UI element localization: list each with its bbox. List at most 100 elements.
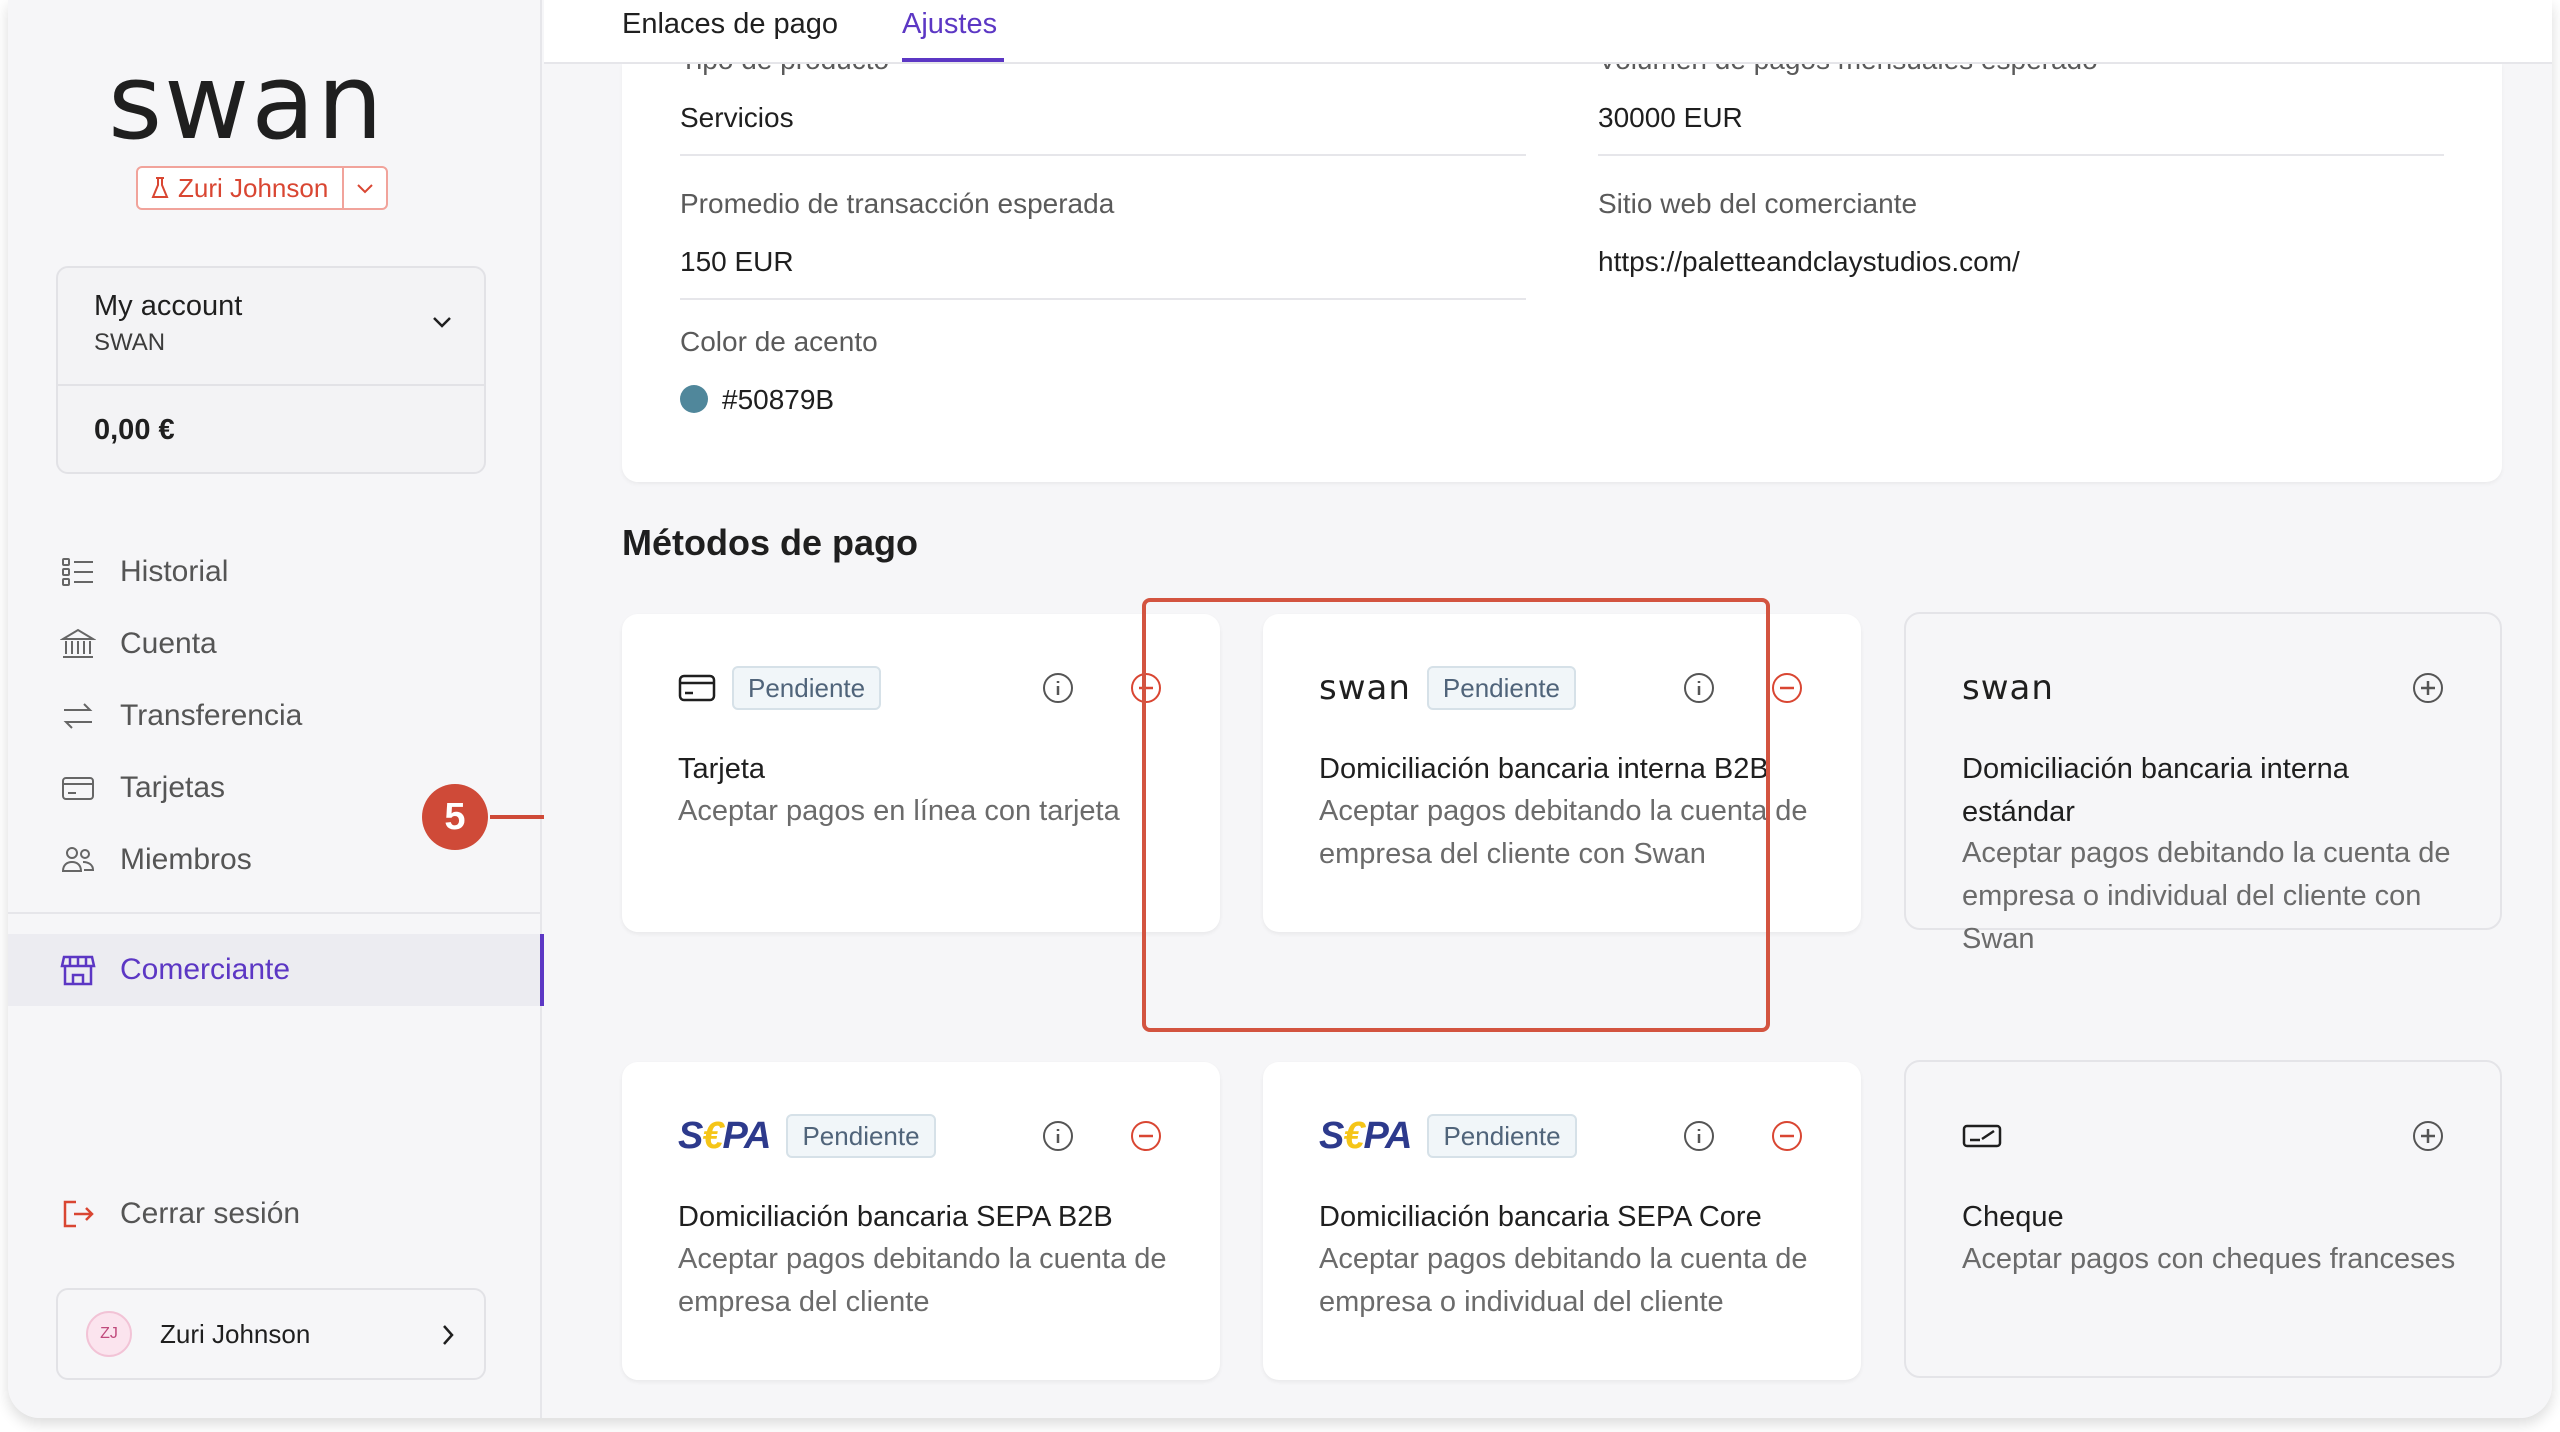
field-value[interactable]: https://paletteandclaystudios.com/ (1598, 246, 2444, 278)
avatar: ZJ (86, 1311, 132, 1357)
sidebar-item-label: Comerciante (120, 953, 291, 986)
method-title: Domiciliación bancaria SEPA B2B (678, 1201, 1113, 1233)
main-content: Enlaces de pago Ajustes Tipo de producto… (544, 0, 2552, 1418)
color-swatch (680, 385, 708, 413)
field-value: Servicios (680, 102, 794, 133)
field-accent-color: Color de acento #50879B (680, 326, 1526, 416)
store-icon (60, 955, 96, 986)
field-value: 30000 EUR (1598, 102, 1743, 133)
list-icon (62, 558, 93, 586)
account-name: My account (94, 290, 243, 322)
sidebar-item-label: Miembros (120, 843, 252, 876)
field-value: 150 EUR (680, 246, 794, 277)
sepa-logo: S€PA (1319, 1114, 1412, 1157)
add-icon[interactable] (2412, 672, 2444, 709)
account-sub: SWAN (94, 329, 166, 356)
tab-payment-links[interactable]: Enlaces de pago (622, 8, 838, 41)
chevron-down-icon[interactable] (430, 314, 454, 335)
method-description: Aceptar pagos debitando la cuenta de emp… (678, 1243, 1167, 1318)
remove-icon[interactable] (1130, 1120, 1162, 1157)
merchant-info-card: Tipo de producto Servicios Volumen de pa… (622, 64, 2502, 482)
field-label: Color de acento (680, 326, 878, 357)
tab-settings[interactable]: Ajustes (902, 8, 997, 41)
add-icon[interactable] (2412, 1120, 2444, 1157)
active-tab-indicator (902, 58, 1004, 62)
payment-method-card[interactable]: S€PA Pendiente Domiciliación bancaria SE… (1263, 1062, 1861, 1380)
sidebar-item-label: Cuenta (120, 627, 217, 660)
payment-method-card[interactable]: Cheque Aceptar pagos con cheques frances… (1904, 1060, 2502, 1378)
sidebar-item-historial[interactable]: Historial (8, 536, 542, 608)
card-header: S€PA Pendiente (678, 1114, 936, 1158)
field-volume: Volumen de pagos mensuales esperado 3000… (1598, 64, 2444, 156)
field-label: Sitio web del comerciante (1598, 188, 1918, 219)
check-icon (1962, 1124, 2002, 1148)
method-description: Aceptar pagos debitando la cuenta de emp… (1319, 1243, 1808, 1318)
tab-bar: Enlaces de pago Ajustes (544, 0, 2552, 64)
logout-label: Cerrar sesión (120, 1197, 301, 1230)
status-badge: Pendiente (1427, 1114, 1577, 1158)
account-balance: 0,00 € (94, 414, 175, 446)
profile-name: Zuri Johnson (160, 1318, 311, 1349)
remove-icon[interactable] (1771, 672, 1803, 709)
swan-logo: swan (1962, 668, 2054, 708)
info-icon[interactable] (1042, 672, 1074, 709)
field-website: Sitio web del comerciante https://palett… (1598, 188, 2444, 278)
field-product-type: Tipo de producto Servicios (680, 64, 1526, 156)
payment-method-card[interactable]: S€PA Pendiente Domiciliación bancaria SE… (622, 1062, 1220, 1380)
payment-method-card[interactable]: swan Domiciliación bancaria interna está… (1904, 612, 2502, 955)
flask-icon (151, 177, 169, 198)
card-header: swan (1962, 666, 2054, 710)
user-switcher[interactable]: Zuri Johnson (136, 166, 389, 210)
transfer-icon (63, 703, 93, 729)
profile-card[interactable]: ZJ Zuri Johnson (56, 1288, 486, 1380)
sidebar-item-label: Tarjetas (120, 771, 226, 804)
chevron-right-icon (440, 1322, 456, 1353)
field-label: Tipo de producto (680, 64, 1526, 76)
method-title: Cheque (1962, 1201, 2064, 1233)
user-chip-name: Zuri Johnson (138, 168, 345, 208)
field-label: Volumen de pagos mensuales esperado (1598, 64, 2444, 76)
sidebar-item-cuenta[interactable]: Cuenta (8, 608, 542, 680)
section-title: Métodos de pago (622, 522, 918, 563)
method-title: Domiciliación bancaria interna estándar (1962, 753, 2349, 828)
color-hex: #50879B (722, 384, 835, 415)
highlight-box (1142, 598, 1770, 1032)
info-icon[interactable] (1683, 1120, 1715, 1157)
card-icon (62, 777, 94, 800)
info-icon[interactable] (1042, 1120, 1074, 1157)
field-average-transaction: Promedio de transacción esperada 150 EUR (680, 188, 1526, 300)
nav-divider (8, 912, 542, 914)
sidebar-item-label: Transferencia (120, 699, 303, 732)
status-badge: Pendiente (732, 666, 882, 710)
members-icon (61, 847, 95, 872)
app-window: swan Zuri Johnson My account SWAN 0,00 € (8, 0, 2552, 1418)
status-badge: Pendiente (786, 1114, 936, 1158)
method-title: Domiciliación bancaria SEPA Core (1319, 1201, 1762, 1233)
swan-logo: swan (108, 60, 385, 150)
method-title: Tarjeta (678, 753, 766, 785)
account-card[interactable]: My account SWAN 0,00 € (56, 266, 486, 474)
svg-text:swan: swan (108, 60, 385, 150)
method-description: Aceptar pagos debitando la cuenta de emp… (1962, 837, 2451, 955)
sidebar-item-comerciante[interactable]: Comerciante (8, 934, 544, 1006)
sidebar-item-transferencia[interactable]: Transferencia (8, 680, 542, 752)
method-description: Aceptar pagos con cheques franceses (1962, 1243, 2456, 1275)
card-header (1962, 1114, 2002, 1158)
chevron-down-icon[interactable] (344, 168, 386, 208)
card-icon (678, 674, 716, 702)
method-description: Aceptar pagos en línea con tarjeta (678, 795, 1120, 827)
field-label: Promedio de transacción esperada (680, 188, 1115, 219)
sepa-logo: S€PA (678, 1114, 771, 1157)
card-header: S€PA Pendiente (1319, 1114, 1577, 1158)
step-callout: 5 (422, 784, 488, 850)
payment-method-card[interactable]: Pendiente Tarjeta Aceptar pagos en línea… (622, 614, 1220, 932)
account-header: My account SWAN (58, 268, 484, 386)
user-chip-label: Zuri Johnson (178, 172, 329, 203)
sidebar-item-label: Historial (120, 555, 229, 588)
logout-button[interactable]: Cerrar sesión (60, 1196, 300, 1232)
field-value: #50879B (680, 384, 1526, 416)
remove-icon[interactable] (1771, 1120, 1803, 1157)
bank-icon (60, 628, 96, 658)
sidebar: swan Zuri Johnson My account SWAN 0,00 € (8, 0, 544, 1418)
card-header: Pendiente (678, 666, 882, 710)
